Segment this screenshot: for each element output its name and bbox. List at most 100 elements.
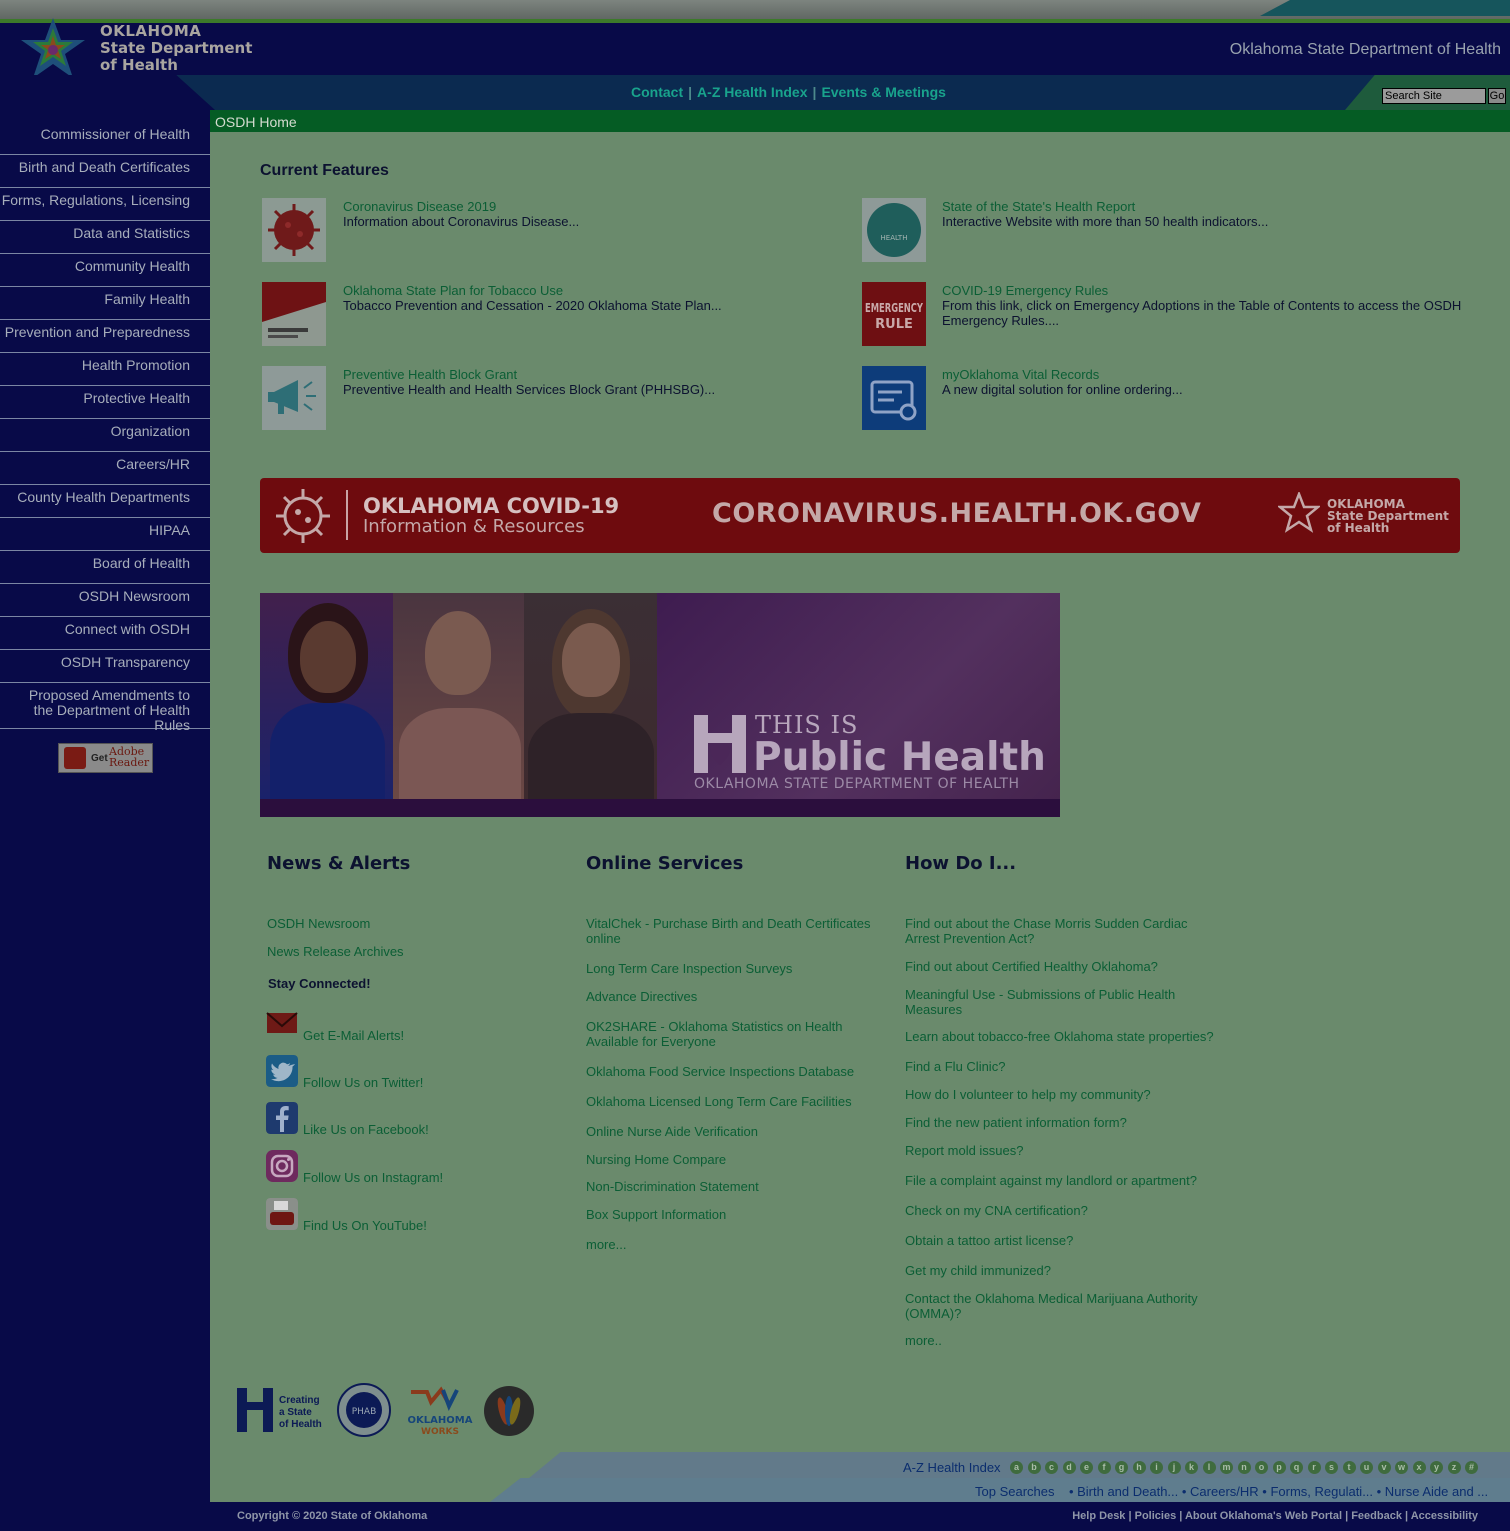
vitalchek-link[interactable]: VitalChek - Purchase Birth and Death Cer… [586, 916, 876, 946]
youtube-link[interactable]: Find Us On YouTube! [303, 1218, 427, 1233]
email-icon[interactable] [266, 1008, 298, 1040]
vital-records-thumbnail-icon[interactable] [862, 366, 926, 430]
footer-links[interactable]: Help Desk | Policies | About Oklahoma's … [1072, 1510, 1478, 1522]
ok2share-link[interactable]: OK2SHARE - Oklahoma Statistics on Health… [586, 1019, 876, 1049]
az-letter-r[interactable]: r [1307, 1461, 1321, 1474]
feature-title-block-grant[interactable]: Preventive Health Block Grant [343, 367, 517, 382]
top-searches-links[interactable]: Top Searches • Birth and Death... • Care… [975, 1484, 1488, 1499]
how-do-i-link[interactable]: Learn about tobacco-free Oklahoma state … [905, 1029, 1214, 1044]
sidebar-item-organization[interactable]: Organization [0, 419, 210, 452]
az-letter-v[interactable]: v [1377, 1461, 1391, 1474]
creating-state-of-health-logo-icon[interactable] [237, 1388, 277, 1432]
sidebar-item-protective[interactable]: Protective Health [0, 386, 210, 419]
az-letter-q[interactable]: q [1290, 1461, 1303, 1474]
megaphone-thumbnail-icon[interactable] [262, 366, 326, 430]
covid-info-banner[interactable]: OKLAHOMA COVID-19 Information & Resource… [260, 478, 1460, 553]
how-do-i-link[interactable]: Find the new patient information form? [905, 1115, 1127, 1130]
az-letter-x[interactable]: x [1412, 1461, 1426, 1474]
how-do-i-link[interactable]: How do I volunteer to help my community? [905, 1087, 1151, 1102]
coronavirus-thumbnail-icon[interactable] [262, 198, 326, 262]
feature-title-state-health-report[interactable]: State of the State's Health Report [942, 199, 1135, 214]
az-letter-j[interactable]: j [1167, 1461, 1181, 1474]
sidebar-item-careers[interactable]: Careers/HR [0, 452, 210, 485]
phab-seal-icon[interactable]: PHAB [336, 1382, 392, 1438]
sidebar-item-data[interactable]: Data and Statistics [0, 221, 210, 254]
sidebar-item-family[interactable]: Family Health [0, 287, 210, 320]
feature-title-covid-rules[interactable]: COVID-19 Emergency Rules [942, 283, 1108, 298]
az-letter-p[interactable]: p [1272, 1461, 1286, 1474]
nurse-aide-verification-link[interactable]: Online Nurse Aide Verification [586, 1124, 758, 1139]
az-letter-k[interactable]: k [1185, 1461, 1198, 1474]
az-letter-y[interactable]: y [1430, 1461, 1443, 1474]
sidebar-item-county[interactable]: County Health Departments [0, 485, 210, 518]
how-do-i-link[interactable]: Report mold issues? [905, 1143, 1024, 1158]
instagram-link[interactable]: Follow Us on Instagram! [303, 1170, 443, 1185]
how-do-i-link[interactable]: Get my child immunized? [905, 1263, 1051, 1278]
how-do-i-link[interactable]: Check on my CNA certification? [905, 1203, 1088, 1218]
facebook-icon[interactable] [266, 1102, 298, 1134]
search-input[interactable]: Search Site [1382, 88, 1486, 104]
contact-link[interactable]: Contact [631, 84, 683, 100]
az-letter-s[interactable]: s [1325, 1461, 1338, 1474]
sidebar-item-commissioner[interactable]: Commissioner of Health [0, 122, 210, 155]
az-letter-g[interactable]: g [1115, 1461, 1128, 1474]
sidebar-item-hipaa[interactable]: HIPAA [0, 518, 210, 551]
sidebar-item-connect[interactable]: Connect with OSDH [0, 617, 210, 650]
site-logo-text[interactable]: OKLAHOMA State Department of Health [100, 23, 252, 74]
search-go-button[interactable]: Go [1488, 88, 1506, 104]
facebook-link[interactable]: Like Us on Facebook! [303, 1122, 429, 1137]
az-letter-b[interactable]: b [1027, 1461, 1041, 1474]
az-index-label[interactable]: A-Z Health Index [903, 1460, 1001, 1475]
youtube-icon[interactable] [266, 1198, 298, 1230]
az-letter-hash[interactable]: # [1465, 1461, 1478, 1474]
get-adobe-reader-button[interactable]: Get Adobe Reader [58, 743, 153, 773]
public-health-banner[interactable]: THIS IS Public Health OKLAHOMA STATE DEP… [260, 593, 1060, 817]
az-letter-o[interactable]: o [1255, 1461, 1268, 1474]
az-letter-c[interactable]: c [1045, 1461, 1058, 1474]
tobacco-plan-thumbnail-icon[interactable] [262, 282, 326, 346]
sidebar-item-prevention[interactable]: Prevention and Preparedness [0, 320, 210, 353]
ltc-inspection-link[interactable]: Long Term Care Inspection Surveys [586, 961, 792, 976]
nursing-home-compare-link[interactable]: Nursing Home Compare [586, 1152, 726, 1167]
sidebar-item-health-promotion[interactable]: Health Promotion [0, 353, 210, 386]
breadcrumb-home[interactable]: OSDH Home [215, 114, 297, 130]
instagram-icon[interactable] [266, 1150, 298, 1182]
how-do-i-link[interactable]: Obtain a tattoo artist license? [905, 1233, 1073, 1248]
non-discrimination-link[interactable]: Non-Discrimination Statement [586, 1179, 759, 1194]
online-services-more-link[interactable]: more... [586, 1237, 626, 1252]
how-do-i-link[interactable]: Meaningful Use - Submissions of Public H… [905, 987, 1205, 1017]
az-letter-l[interactable]: l [1202, 1461, 1216, 1474]
az-letter-u[interactable]: u [1360, 1461, 1373, 1474]
sidebar-item-proposed-amendments[interactable]: Proposed Amendments to the Department of… [0, 683, 210, 733]
events-meetings-link[interactable]: Events & Meetings [821, 84, 945, 100]
emergency-rule-thumbnail-icon[interactable]: EMERGENCY RULE [862, 282, 926, 346]
az-health-index-link[interactable]: A-Z Health Index [697, 84, 807, 100]
feature-title-coronavirus[interactable]: Coronavirus Disease 2019 [343, 199, 496, 214]
az-letter-z[interactable]: z [1447, 1461, 1461, 1474]
how-do-i-more-link[interactable]: more.. [905, 1333, 942, 1348]
sidebar-item-forms[interactable]: Forms, Regulations, Licensing [0, 188, 210, 221]
sidebar-item-newsroom[interactable]: OSDH Newsroom [0, 584, 210, 617]
az-letter-d[interactable]: d [1062, 1461, 1076, 1474]
az-letter-w[interactable]: w [1395, 1461, 1408, 1474]
az-letter-t[interactable]: t [1342, 1461, 1356, 1474]
ltc-facilities-link[interactable]: Oklahoma Licensed Long Term Care Facilit… [586, 1094, 852, 1109]
az-letter-h[interactable]: h [1132, 1461, 1146, 1474]
how-do-i-link[interactable]: File a complaint against my landlord or … [905, 1173, 1197, 1188]
az-letter-i[interactable]: i [1150, 1461, 1163, 1474]
feature-title-tobacco-plan[interactable]: Oklahoma State Plan for Tobacco Use [343, 283, 563, 298]
osdh-newsroom-link[interactable]: OSDH Newsroom [267, 916, 370, 931]
sidebar-item-board[interactable]: Board of Health [0, 551, 210, 584]
oklahoma-works-logo-icon[interactable]: OKLAHOMA WORKS [401, 1386, 479, 1438]
how-do-i-link[interactable]: Find out about Certified Healthy Oklahom… [905, 959, 1158, 974]
how-do-i-link[interactable]: Contact the Oklahoma Medical Marijuana A… [905, 1291, 1205, 1321]
health-report-thumbnail-icon[interactable]: HEALTH [862, 198, 926, 262]
feature-title-vital-records[interactable]: myOklahoma Vital Records [942, 367, 1099, 382]
food-service-inspections-link[interactable]: Oklahoma Food Service Inspections Databa… [586, 1064, 854, 1079]
az-letter-m[interactable]: m [1220, 1461, 1233, 1474]
how-do-i-link[interactable]: Find out about the Chase Morris Sudden C… [905, 916, 1205, 946]
native-feathers-logo-icon[interactable] [483, 1385, 535, 1437]
sidebar-item-birth-death[interactable]: Birth and Death Certificates [0, 155, 210, 188]
az-letter-e[interactable]: e [1080, 1461, 1093, 1474]
advance-directives-link[interactable]: Advance Directives [586, 989, 697, 1004]
